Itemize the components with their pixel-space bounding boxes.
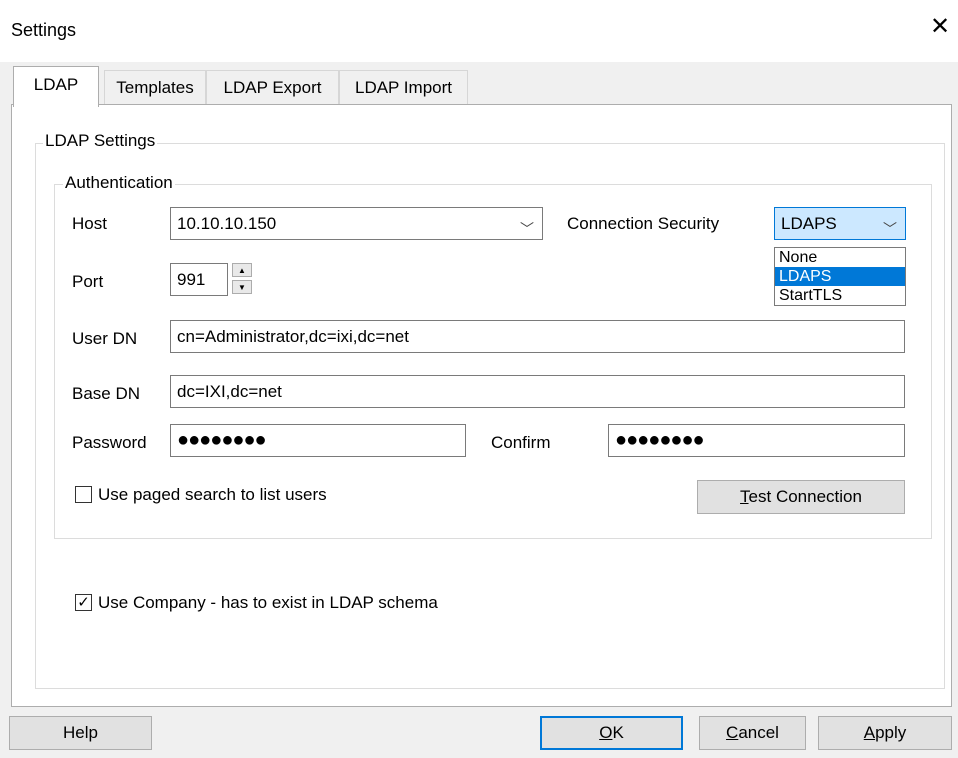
password-input[interactable]: ●●●●●●●●: [170, 424, 466, 457]
host-label: Host: [72, 214, 107, 233]
tab-ldap[interactable]: LDAP: [13, 66, 99, 107]
close-icon[interactable]: ✕: [928, 14, 952, 40]
test-connection-button[interactable]: Test Connection: [697, 480, 905, 514]
tab-templates[interactable]: Templates: [104, 70, 206, 105]
cancel-button[interactable]: Cancel: [699, 716, 806, 750]
port-label: Port: [72, 272, 104, 291]
user-dn-label: User DN: [72, 329, 138, 348]
chevron-down-icon[interactable]: ﹀: [883, 214, 897, 239]
option-none[interactable]: None: [775, 248, 905, 267]
port-input[interactable]: 991: [170, 263, 228, 296]
base-dn-input[interactable]: dc=IXI,dc=net: [170, 375, 905, 408]
window-title: Settings: [11, 20, 77, 40]
spin-up-button[interactable]: ▲: [232, 263, 252, 277]
connection-security-dropdown: None LDAPS StartTLS: [774, 247, 906, 306]
apply-button[interactable]: Apply: [818, 716, 952, 750]
ok-button[interactable]: OK: [540, 716, 683, 750]
use-company-checkbox[interactable]: ✓: [75, 594, 92, 611]
host-value: 10.10.10.150: [177, 214, 277, 233]
use-company-label[interactable]: Use Company - has to exist in LDAP schem…: [98, 593, 438, 613]
confirm-input[interactable]: ●●●●●●●●: [608, 424, 905, 457]
connection-security-value: LDAPS: [781, 214, 837, 233]
option-starttls[interactable]: StartTLS: [775, 286, 905, 305]
password-label: Password: [72, 433, 147, 452]
tab-ldap-import[interactable]: LDAP Import: [339, 70, 468, 105]
tab-ldap-export[interactable]: LDAP Export: [206, 70, 339, 105]
chevron-down-icon[interactable]: ﹀: [520, 214, 534, 239]
user-dn-input[interactable]: cn=Administrator,dc=ixi,dc=net: [170, 320, 905, 353]
spin-down-button[interactable]: ▼: [232, 280, 252, 294]
base-dn-label: Base DN: [72, 384, 141, 403]
connection-security-select[interactable]: LDAPS ﹀: [774, 207, 906, 240]
ldap-settings-legend: LDAP Settings: [43, 131, 158, 151]
confirm-label: Confirm: [491, 433, 551, 452]
title-bar: [0, 0, 958, 62]
paged-search-checkbox[interactable]: [75, 486, 92, 503]
connection-security-label: Connection Security: [567, 214, 720, 233]
host-combo[interactable]: 10.10.10.150 ﹀: [170, 207, 543, 240]
authentication-legend: Authentication: [63, 173, 175, 193]
help-button[interactable]: Help: [9, 716, 152, 750]
paged-search-label[interactable]: Use paged search to list users: [98, 485, 327, 505]
option-ldaps[interactable]: LDAPS: [775, 267, 905, 286]
